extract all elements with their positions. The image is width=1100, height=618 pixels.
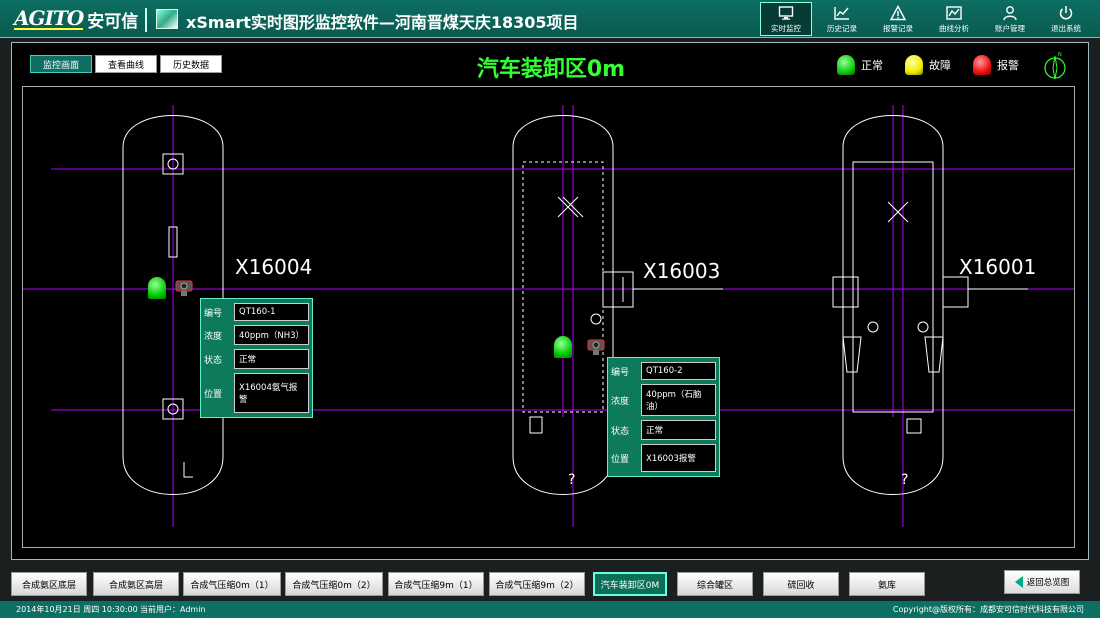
legend-label: 故障 (929, 59, 951, 72)
area-button-ammonia-top[interactable]: 合成氨区高层 (93, 572, 179, 596)
nav-curve-analysis[interactable]: 曲线分析 (928, 2, 980, 36)
title-bar: AGITO 安可信 xSmart实时图形监控软件—河南晋煤天庆18305项目 实… (0, 0, 1100, 38)
nav-alarm-records[interactable]: 报警记录 (872, 2, 924, 36)
back-arrow-icon (1014, 576, 1023, 588)
user-icon (1003, 5, 1017, 20)
status-user: 当前用户：Admin (140, 605, 206, 614)
info-key: 编号 (611, 367, 630, 378)
info-value: X16003报警 (641, 444, 716, 472)
area-button-compress-9m-1[interactable]: 合成气压缩9m（1） (388, 572, 484, 596)
nav-label: 报警记录 (883, 23, 913, 33)
detector-info-qt160-2[interactable]: 编号 QT160-2 浓度 40ppm（石脑油） 状态 正常 位置 X16003… (607, 357, 720, 477)
nav-label: 曲线分析 (939, 23, 969, 33)
monitor-icon (778, 5, 794, 20)
legend-label: 报警 (997, 59, 1019, 72)
svg-text:N: N (1058, 52, 1062, 58)
tank-label-x16003: X16003 (643, 259, 721, 283)
nav-account[interactable]: 账户管理 (984, 2, 1036, 36)
info-value: QT160-2 (641, 362, 716, 380)
back-button-label: 返回总览图 (1026, 578, 1070, 588)
legend-label: 正常 (861, 59, 883, 72)
yellow-lamp-icon (905, 55, 923, 75)
nav-label: 退出系统 (1051, 23, 1081, 33)
info-key: 位置 (204, 389, 223, 400)
area-button-tank-farm[interactable]: 综合罐区 (677, 572, 753, 596)
area-button-compress-0m-2[interactable]: 合成气压缩0m（2） (285, 572, 383, 596)
info-row-location: 位置 X16004氨气报警 (204, 373, 309, 413)
area-button-ammonia-bottom[interactable]: 合成氨区底层 (11, 572, 87, 596)
info-value: 正常 (641, 420, 716, 440)
tank-label-x16001: X16001 (959, 255, 1037, 279)
info-key: 状态 (204, 355, 223, 366)
info-row-concentration: 浓度 40ppm（NH3） (204, 325, 309, 345)
info-row-concentration: 浓度 40ppm（石脑油） (611, 384, 716, 416)
app-icon (156, 9, 178, 29)
back-to-overview-button[interactable]: 返回总览图 (1004, 570, 1080, 594)
nav-exit[interactable]: 退出系统 (1040, 2, 1092, 36)
warning-icon (890, 4, 906, 20)
green-lamp-icon (837, 55, 855, 75)
app-title: xSmart实时图形监控软件—河南晋煤天庆18305项目 (186, 13, 579, 32)
info-row-id: 编号 QT160-1 (204, 303, 309, 321)
nav-label: 账户管理 (995, 23, 1025, 33)
area-button-compress-9m-2[interactable]: 合成气压缩9m（2） (489, 572, 585, 596)
nav-history[interactable]: 历史记录 (816, 2, 868, 36)
detector-lamp-qt160-2[interactable] (554, 336, 572, 358)
gas-detector-icon[interactable] (173, 277, 195, 297)
tank-label-x16004: X16004 (235, 255, 313, 279)
plant-drawing: ? ? X16004 X16003 X16001 编号 QT160-1 浓度 4… (22, 86, 1075, 548)
info-key: 浓度 (204, 331, 223, 342)
legend-normal: 正常 (837, 55, 883, 75)
compass-icon: N (1044, 52, 1066, 80)
legend-alarm: 报警 (973, 55, 1019, 75)
logo: AGITO 安可信 (14, 6, 138, 32)
info-row-state: 状态 正常 (204, 349, 309, 369)
info-key: 状态 (611, 426, 630, 437)
curve-icon (946, 5, 962, 20)
legend-fault: 故障 (905, 55, 951, 75)
info-key: 浓度 (611, 396, 630, 407)
chart-line-icon (834, 6, 849, 20)
monitor-panel: 监控画面 查看曲线 历史数据 汽车装卸区0m 正常 故障 报警 N ? ? X1… (11, 42, 1089, 560)
nav-realtime-monitor[interactable]: 实时监控 (760, 2, 812, 36)
status-bar: 2014年10月21日 周四 10:30:00 当前用户：Admin Copyr… (0, 601, 1100, 618)
svg-text:?: ? (901, 472, 908, 488)
info-key: 编号 (204, 308, 223, 319)
info-value: 正常 (234, 349, 309, 369)
info-key: 位置 (611, 454, 630, 465)
nav-label: 实时监控 (771, 23, 801, 33)
info-row-id: 编号 QT160-2 (611, 362, 716, 380)
nav-label: 历史记录 (827, 23, 857, 33)
status-legend: 正常 故障 报警 (837, 55, 1033, 75)
area-button-truck-loading-0m[interactable]: 汽车装卸区0M (593, 572, 667, 596)
logo-mark: AGITO (14, 6, 84, 30)
detector-lamp-qt160-1[interactable] (148, 277, 166, 299)
gas-detector-icon[interactable] (585, 336, 607, 356)
red-lamp-icon (973, 55, 991, 75)
info-row-location: 位置 X16003报警 (611, 444, 716, 472)
area-button-compress-0m-1[interactable]: 合成气压缩0m（1） (183, 572, 281, 596)
status-copyright: Copyright@版权所有：成都安可信时代科技有限公司 (892, 605, 1084, 614)
header-separator (145, 8, 147, 32)
svg-text:?: ? (568, 472, 575, 488)
info-value: QT160-1 (234, 303, 309, 321)
info-value: 40ppm（NH3） (234, 325, 309, 345)
info-value: 40ppm（石脑油） (641, 384, 716, 416)
area-button-sulfur-recovery[interactable]: 硫回收 (763, 572, 839, 596)
detector-info-qt160-1[interactable]: 编号 QT160-1 浓度 40ppm（NH3） 状态 正常 位置 X16004… (200, 298, 313, 418)
info-value: X16004氨气报警 (234, 373, 309, 413)
tank-schematic: ? ? (23, 105, 1074, 527)
status-datetime: 2014年10月21日 周四 10:30:00 (16, 605, 138, 614)
info-row-state: 状态 正常 (611, 420, 716, 440)
logo-text: 安可信 (87, 11, 139, 32)
power-icon (1059, 5, 1073, 19)
top-nav: 实时监控 历史记录 报警记录 曲线分析 账户管理 退出系统 (760, 2, 1092, 36)
area-button-ammonia-storage[interactable]: 氨库 (849, 572, 925, 596)
